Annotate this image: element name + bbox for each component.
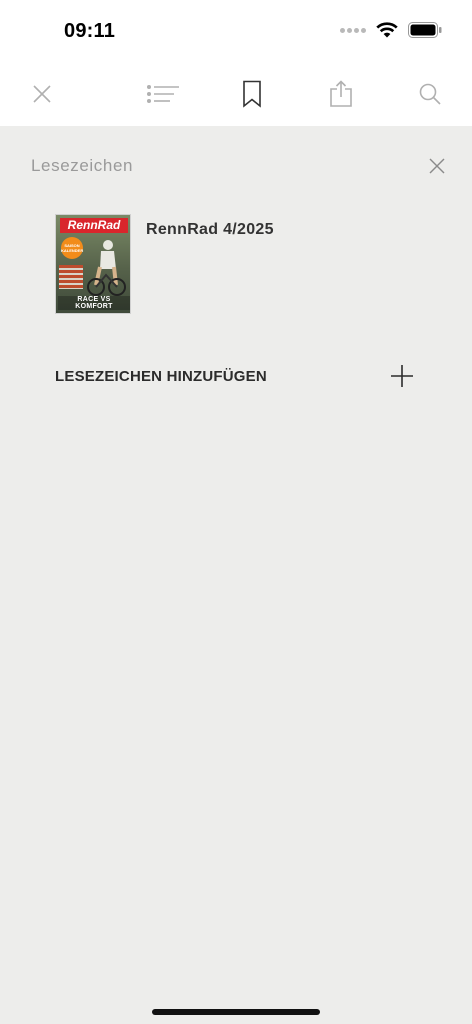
cellular-signal-icon: [340, 27, 366, 33]
add-bookmark-button[interactable]: LESEZEICHEN HINZUFÜGEN: [55, 356, 417, 396]
list-icon: [147, 85, 179, 103]
issue-cover-thumbnail: RennRad SAISON KALENDER RACE VS KOMFORT: [55, 214, 131, 314]
bookmarks-button[interactable]: [234, 76, 270, 112]
plus-icon: [390, 364, 414, 388]
reader-toolbar: [0, 62, 472, 126]
cyclist-illustration: [87, 240, 126, 296]
bookmarks-panel-header: Lesezeichen: [0, 126, 472, 206]
cover-tagline: RACE VS KOMFORT: [58, 296, 130, 310]
search-icon: [419, 83, 441, 105]
status-bar: 09:11: [0, 0, 472, 62]
battery-icon: [408, 22, 442, 38]
share-icon: [330, 80, 352, 107]
status-time: 09:11: [64, 20, 116, 42]
close-icon: [429, 158, 445, 174]
search-button[interactable]: [412, 76, 448, 112]
cover-logo: RennRad: [60, 218, 128, 233]
panel-title: Lesezeichen: [31, 156, 134, 175]
wifi-icon: [376, 22, 398, 38]
close-panel-button[interactable]: [424, 153, 450, 179]
home-indicator[interactable]: [152, 1009, 320, 1015]
bookmark-issue-title: RennRad 4/2025: [146, 221, 274, 238]
share-button[interactable]: [323, 76, 359, 112]
cover-text-strip: [59, 265, 83, 289]
cover-badge: SAISON KALENDER: [61, 237, 83, 259]
add-bookmark-label: LESEZEICHEN HINZUFÜGEN: [55, 368, 267, 385]
close-icon: [33, 85, 51, 103]
close-reader-button[interactable]: [24, 76, 60, 112]
bookmark-icon: [243, 80, 261, 108]
bookmark-item[interactable]: RennRad SAISON KALENDER RACE VS KOMFORT …: [55, 214, 435, 316]
status-icons: [340, 22, 442, 38]
table-of-contents-button[interactable]: [145, 76, 181, 112]
